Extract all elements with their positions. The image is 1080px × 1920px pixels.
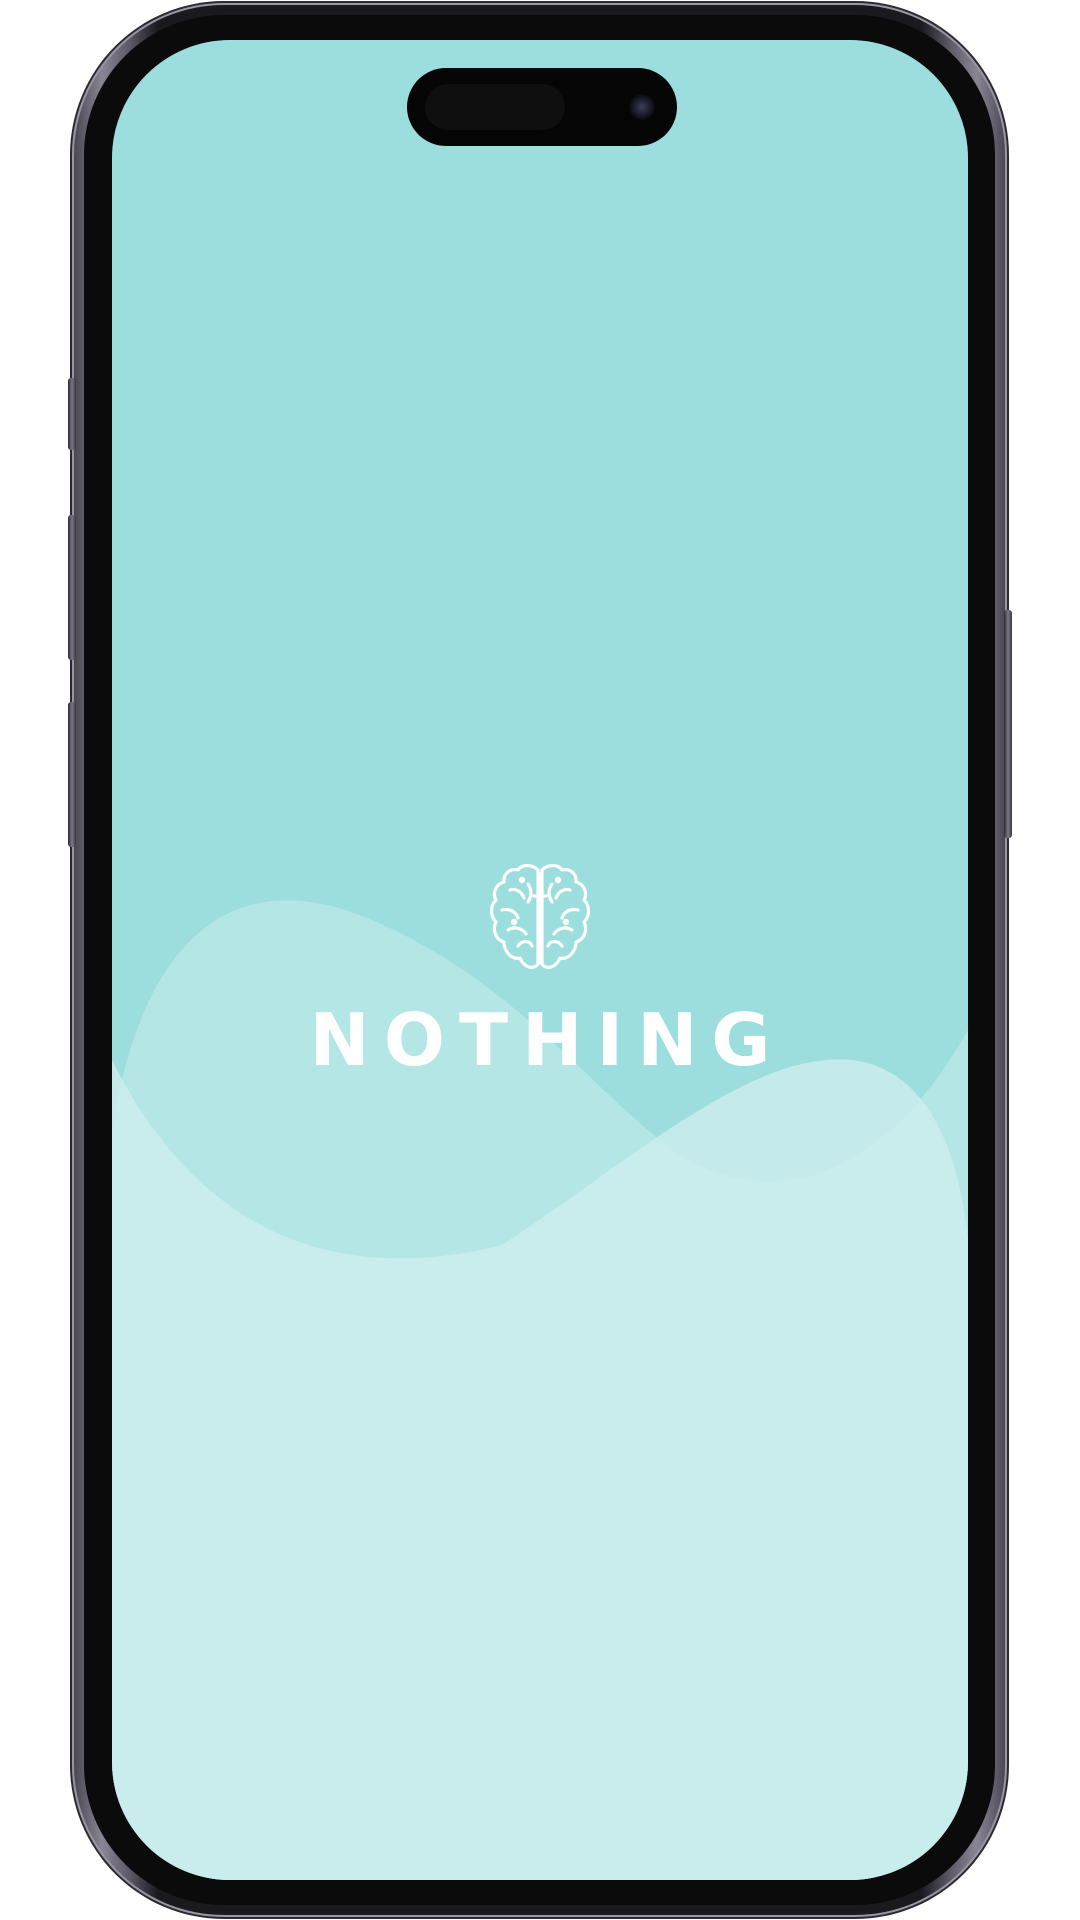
brand-name: NOTHING — [309, 998, 785, 1082]
action-button — [68, 378, 76, 450]
power-button — [1004, 610, 1012, 838]
front-camera-icon — [629, 94, 655, 120]
island-sensor — [425, 84, 565, 130]
splash-screen[interactable]: NOTHING — [112, 40, 968, 1880]
page-canvas: NOTHING — [0, 0, 1080, 1920]
dynamic-island — [407, 68, 677, 146]
volume-up-button — [68, 515, 76, 660]
logo-group: NOTHING — [112, 860, 968, 1076]
volume-down-button — [68, 702, 76, 847]
brain-icon — [489, 863, 591, 969]
